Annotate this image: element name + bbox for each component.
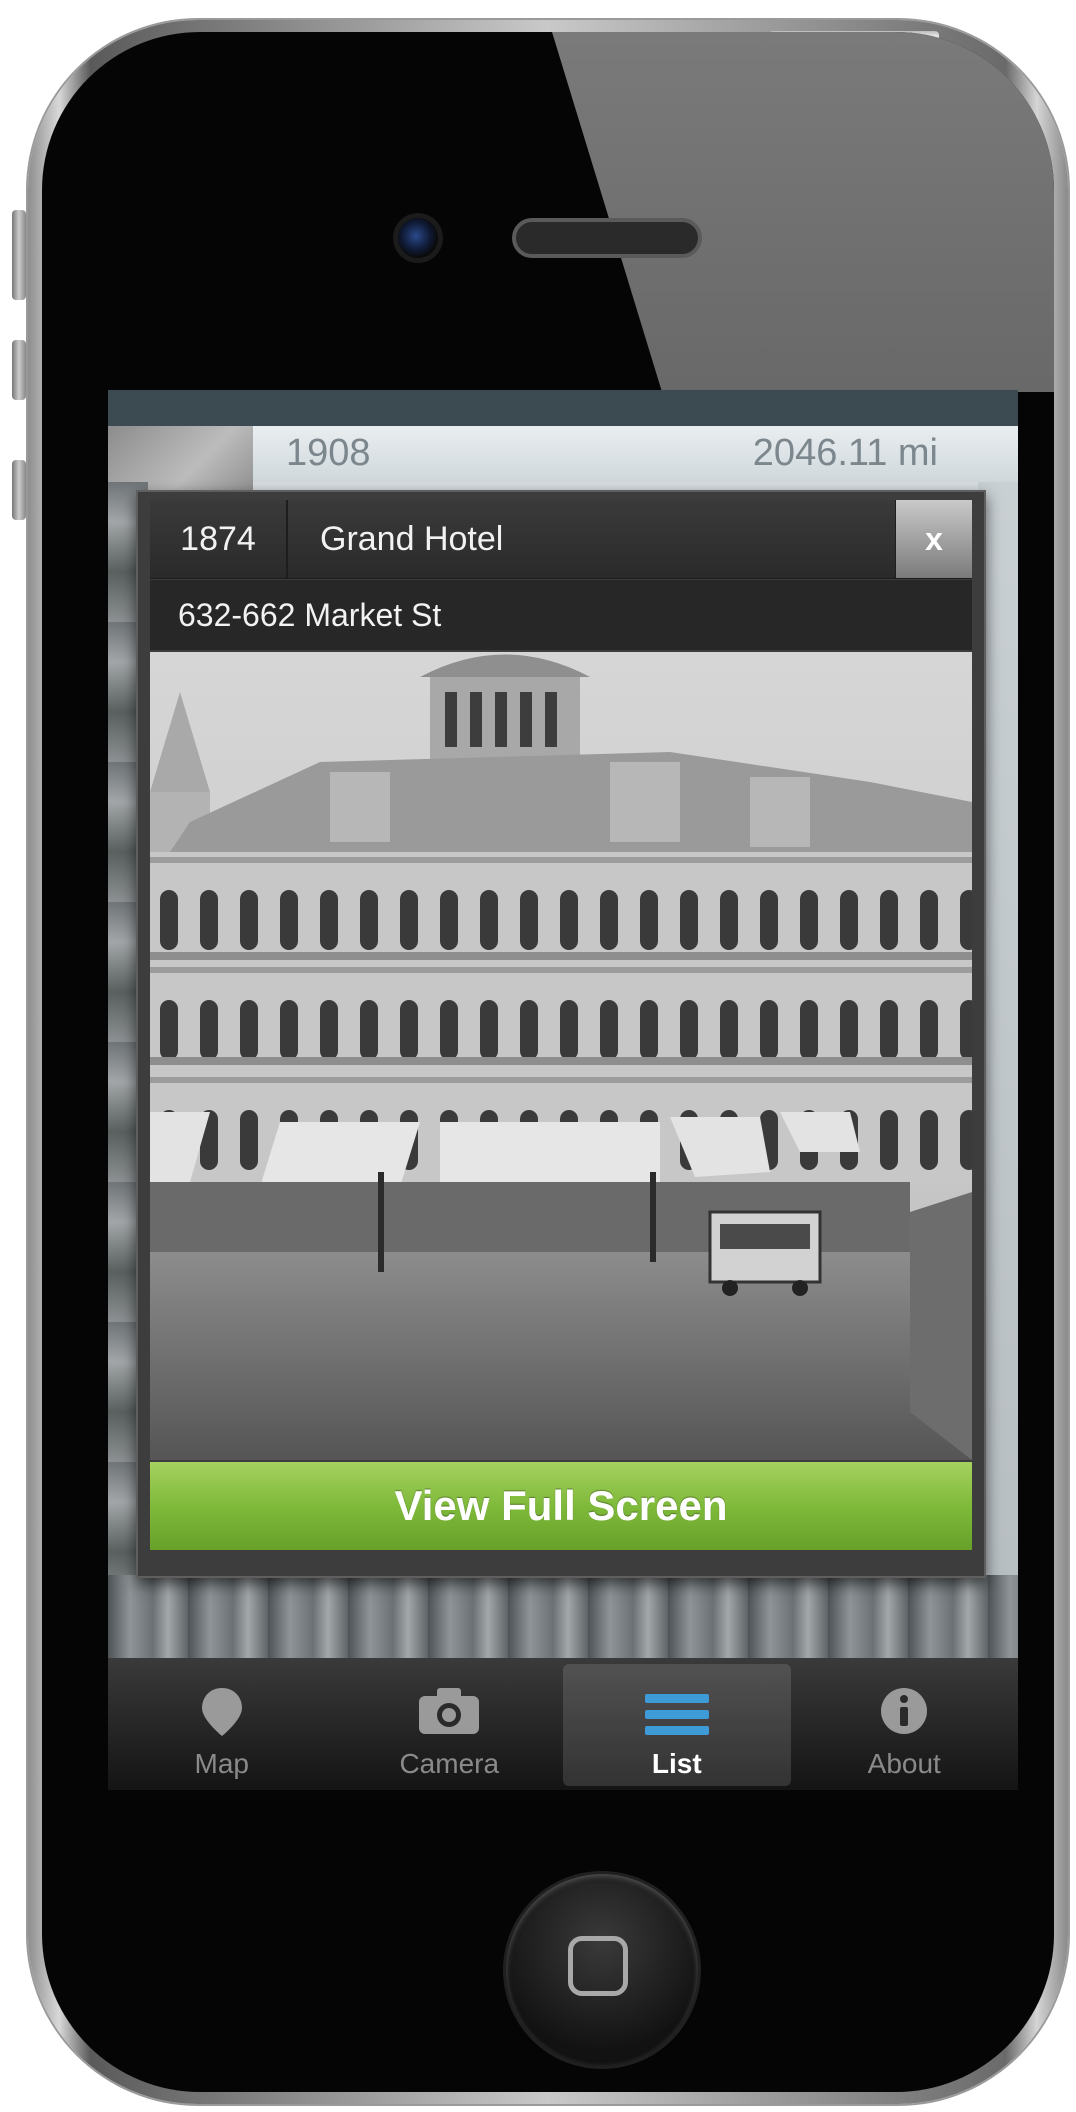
tab-label-about: About xyxy=(867,1748,941,1779)
tab-list[interactable]: List xyxy=(563,1664,791,1786)
tab-map[interactable]: Map xyxy=(108,1658,336,1790)
tab-bar: Map Camera List About xyxy=(108,1658,1018,1790)
view-full-screen-button[interactable]: View Full Screen xyxy=(150,1462,972,1550)
tab-label-list: List xyxy=(651,1748,702,1779)
building-photo-graphic xyxy=(150,652,972,1460)
tab-camera[interactable]: Camera xyxy=(336,1658,564,1790)
popup-address: 632-662 Market St xyxy=(150,580,972,650)
info-icon xyxy=(881,1688,928,1734)
home-square-icon xyxy=(568,1936,628,1996)
earpiece-speaker xyxy=(512,218,702,258)
popup-title: Grand Hotel xyxy=(320,520,504,558)
tab-about[interactable]: About xyxy=(791,1658,1019,1790)
app-screen: 1908 2046.11 mi 1874 Grand Hotel x 632-6… xyxy=(108,390,1018,1790)
list-item[interactable]: 1908 2046.11 mi xyxy=(108,426,1018,536)
volume-up-button xyxy=(12,340,26,400)
map-pin-icon xyxy=(201,1688,242,1736)
home-button[interactable] xyxy=(506,1874,698,2066)
status-bar xyxy=(108,390,1018,426)
historic-building-photo[interactable] xyxy=(150,652,972,1460)
camera-icon xyxy=(419,1688,480,1734)
list-item-year: 1908 xyxy=(286,432,371,474)
volume-down-button xyxy=(12,460,26,520)
popup-header: 1874 Grand Hotel x xyxy=(150,500,972,579)
list-item-thumbnail-strip xyxy=(108,1575,1018,1665)
close-button[interactable]: x xyxy=(895,500,972,578)
list-item-distance: 2046.11 mi xyxy=(752,432,938,474)
location-popup: 1874 Grand Hotel x 632-662 Market St Vie… xyxy=(136,490,986,1578)
list-icon xyxy=(644,1694,709,1735)
tab-label-map: Map xyxy=(194,1748,249,1779)
front-camera xyxy=(398,218,438,258)
tab-label-camera: Camera xyxy=(399,1748,500,1779)
mute-switch xyxy=(12,210,26,300)
popup-year: 1874 xyxy=(150,500,288,578)
